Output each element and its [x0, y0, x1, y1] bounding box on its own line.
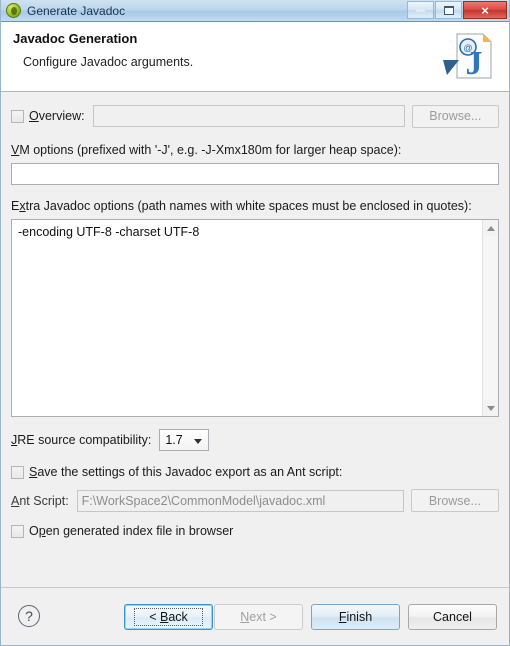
jre-compat-select[interactable]: 1.7	[159, 429, 210, 451]
ant-script-input[interactable]: F:\WorkSpace2\CommonModel\javadoc.xml	[76, 489, 404, 512]
extra-options-textarea[interactable]: -encoding UTF-8 -charset UTF-8	[12, 220, 482, 416]
back-button[interactable]: < Back	[124, 604, 213, 630]
overview-checkbox[interactable]	[11, 109, 24, 123]
scroll-down-button[interactable]	[483, 400, 498, 416]
chevron-down-icon	[194, 439, 203, 444]
finish-button-label: Finish	[338, 610, 373, 624]
save-ant-checkbox[interactable]	[11, 465, 24, 479]
javadoc-page-icon: @ J	[443, 33, 492, 82]
window-controls: ×	[406, 1, 507, 19]
open-index-label: Open generated index file in browser	[29, 524, 234, 538]
vm-options-label: VM options (prefixed with '-J', e.g. -J-…	[11, 143, 402, 157]
extra-options-scrollbar[interactable]	[482, 220, 498, 416]
back-button-label: < Back	[134, 608, 203, 626]
save-ant-row: Save the settings of this Javadoc export…	[11, 465, 499, 479]
overview-input[interactable]	[92, 105, 405, 127]
finish-button[interactable]: Finish	[311, 604, 400, 630]
page-subtitle: Configure Javadoc arguments.	[23, 55, 194, 69]
minimize-button[interactable]	[407, 1, 434, 19]
help-glyph: ?	[25, 608, 33, 624]
cancel-button[interactable]: Cancel	[408, 604, 497, 630]
extra-options-textarea-wrapper: -encoding UTF-8 -charset UTF-8	[11, 219, 499, 417]
minimize-icon	[416, 8, 425, 12]
javadoc-app-icon	[6, 3, 21, 18]
next-button-label: Next >	[240, 610, 277, 624]
close-button[interactable]: ×	[463, 1, 507, 19]
maximize-button[interactable]	[435, 1, 462, 19]
close-icon: ×	[481, 2, 489, 18]
dialog-body: Overview: Browse... VM options (prefixed…	[1, 92, 509, 587]
jre-compat-label: JRE source compatibility:	[11, 433, 152, 447]
maximize-icon	[443, 5, 454, 15]
ant-script-label: Ant Script:	[11, 493, 69, 508]
help-icon[interactable]: ?	[18, 605, 40, 627]
open-index-checkbox[interactable]	[11, 524, 24, 538]
jre-compat-value: 1.7	[165, 433, 183, 447]
title-bar: Generate Javadoc ×	[1, 0, 509, 22]
ant-script-browse-button[interactable]: Browse...	[410, 489, 499, 512]
overview-row: Overview: Browse...	[11, 104, 499, 128]
chevron-down-icon	[486, 405, 495, 411]
svg-text:J: J	[466, 45, 483, 82]
scroll-up-button[interactable]	[483, 220, 498, 236]
jre-compat-row: JRE source compatibility: 1.7	[11, 429, 499, 451]
ant-script-row: Ant Script: F:\WorkSpace2\CommonModel\ja…	[11, 489, 499, 512]
dialog-footer: ? < Back Next > Finish Cancel	[1, 587, 509, 645]
overview-label: Overview:	[29, 109, 85, 123]
dialog-header: Javadoc Generation Configure Javadoc arg…	[1, 22, 509, 92]
open-index-row: Open generated index file in browser	[11, 524, 499, 538]
overview-browse-button[interactable]: Browse...	[411, 104, 499, 128]
next-button[interactable]: Next >	[214, 604, 303, 630]
window-title: Generate Javadoc	[27, 3, 126, 18]
extra-options-label: Extra Javadoc options (path names with w…	[11, 199, 472, 213]
chevron-up-icon	[486, 225, 495, 231]
generate-javadoc-dialog: Generate Javadoc × Javadoc Generation Co…	[0, 0, 510, 646]
vm-options-input[interactable]	[11, 163, 499, 185]
page-title: Javadoc Generation	[13, 31, 138, 46]
save-ant-label: Save the settings of this Javadoc export…	[29, 465, 343, 479]
cancel-button-label: Cancel	[433, 610, 472, 624]
